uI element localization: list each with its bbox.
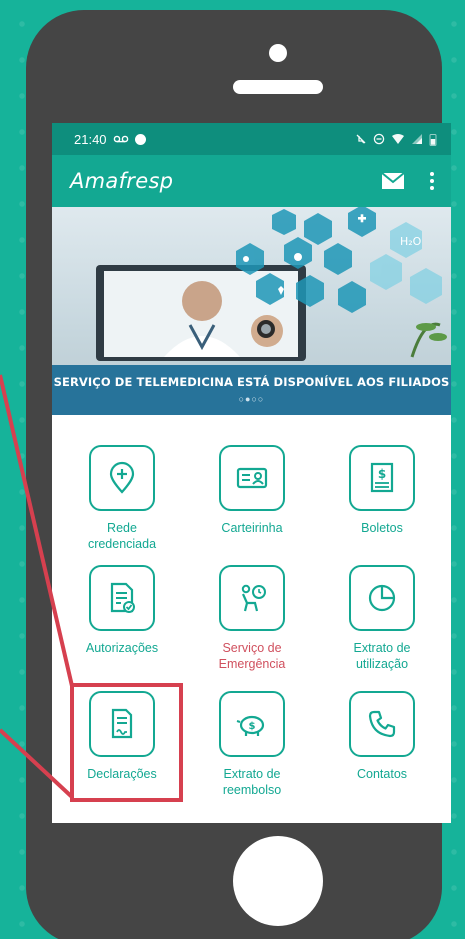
highlight-declaracoes: [70, 683, 183, 802]
